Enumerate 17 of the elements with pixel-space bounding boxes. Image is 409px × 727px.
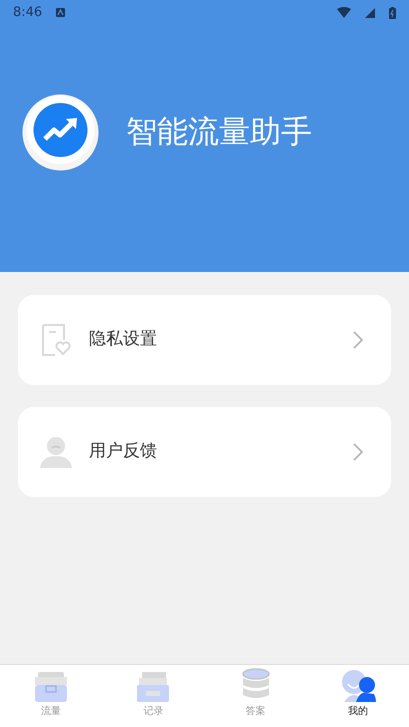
document-heart-icon [40, 324, 72, 356]
nav-tab[interactable]: 我的 [306, 665, 409, 727]
notification-icon [56, 8, 66, 17]
wifi-icon [337, 7, 351, 18]
users-icon [340, 670, 376, 702]
person-icon [40, 436, 72, 468]
signal-icon [365, 8, 375, 18]
drawer-icon [34, 672, 68, 702]
status-time: 8:46 [13, 4, 42, 22]
app-title: 智能流量助手 [126, 113, 312, 152]
chevron-right-icon [353, 443, 363, 461]
menu-item[interactable]: 隐私设置 [18, 295, 391, 385]
app-logo-icon [22, 94, 99, 171]
chevron-right-icon [353, 331, 363, 349]
folders-icon [136, 672, 170, 702]
menu-item[interactable]: 用户反馈 [18, 407, 391, 497]
battery-icon [389, 6, 396, 18]
